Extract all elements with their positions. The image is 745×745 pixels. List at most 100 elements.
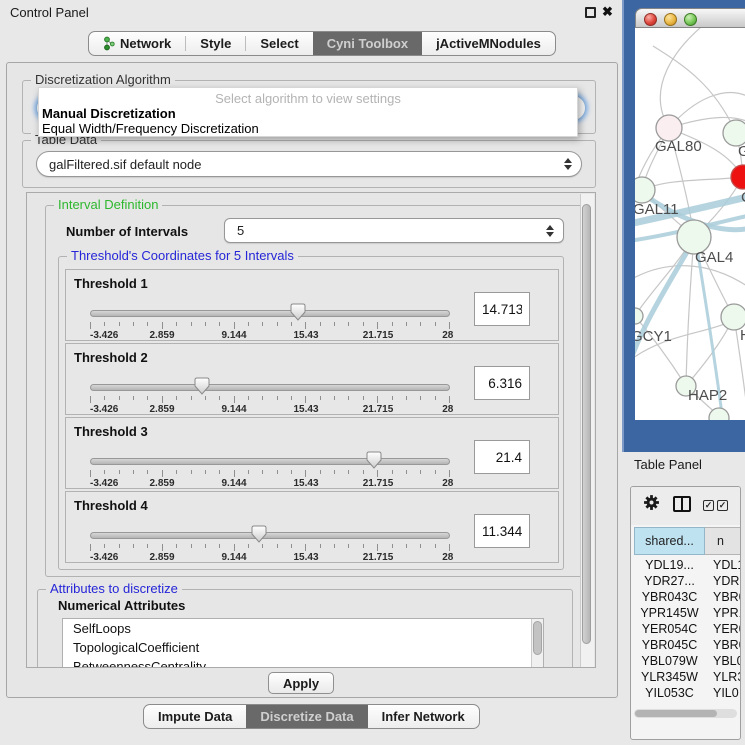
attributes-list-scrollbar[interactable] bbox=[531, 619, 543, 668]
threshold-slider-track[interactable] bbox=[90, 310, 450, 317]
thresholds-group-title: Threshold's Coordinates for 5 Intervals bbox=[67, 248, 298, 264]
gear-icon[interactable] bbox=[643, 494, 660, 514]
table-rows: YDL19...YDL1 YDR27...YDR2 YBR043CYBR0 YP… bbox=[634, 557, 741, 705]
node-selected-red[interactable] bbox=[731, 165, 745, 189]
tab-select[interactable]: Select bbox=[246, 32, 312, 55]
tab-style[interactable]: Style bbox=[186, 32, 245, 55]
num-intervals-combobox[interactable]: 5 bbox=[224, 218, 564, 243]
threshold-value-input[interactable] bbox=[474, 292, 530, 326]
tab-impute-data[interactable]: Impute Data bbox=[144, 705, 246, 728]
table-header-row: shared... n bbox=[634, 527, 741, 555]
table-row[interactable]: YER054CYER0 bbox=[634, 621, 741, 637]
scrollbar-thumb[interactable] bbox=[635, 710, 717, 717]
list-item[interactable]: SelfLoops bbox=[63, 619, 543, 638]
slider-tick-labels: -3.426 2.859 9.144 15.43 21.715 28 bbox=[90, 552, 450, 564]
threshold-panel-3: Threshold 3 -3.426 2.859 9.144 15.43 21.… bbox=[65, 417, 559, 489]
node-label: C bbox=[741, 189, 745, 206]
attributes-group-title: Attributes to discretize bbox=[46, 581, 182, 597]
slider-thumb[interactable] bbox=[251, 525, 267, 543]
node-label: H bbox=[740, 327, 745, 344]
slider-tick-labels: -3.426 2.859 9.144 15.43 21.715 28 bbox=[90, 330, 450, 342]
table-row[interactable]: YBR043CYBR0 bbox=[634, 589, 741, 605]
table-row[interactable]: YDR27...YDR2 bbox=[634, 573, 741, 589]
column-header-name[interactable]: n bbox=[705, 527, 741, 555]
list-item[interactable]: TopologicalCoefficient bbox=[63, 638, 543, 657]
network-icon bbox=[103, 36, 115, 51]
table-row[interactable]: YBR045CYBR0 bbox=[634, 637, 741, 653]
tab-jactivemnodules[interactable]: jActiveMNodules bbox=[422, 32, 555, 55]
thresholds-group: Threshold's Coordinates for 5 Intervals … bbox=[58, 256, 564, 570]
tab-discretize-data[interactable]: Discretize Data bbox=[246, 705, 367, 728]
threshold-title: Threshold 1 bbox=[74, 276, 148, 291]
threshold-title: Threshold 4 bbox=[74, 498, 148, 513]
float-window-icon[interactable] bbox=[585, 7, 596, 18]
table-row[interactable]: YDL19...YDL1 bbox=[634, 557, 741, 573]
table-row[interactable]: YLR345WYLR3 bbox=[634, 669, 741, 685]
threshold-title: Threshold 3 bbox=[74, 424, 148, 439]
tab-infer-network[interactable]: Infer Network bbox=[368, 705, 479, 728]
slider-thumb[interactable] bbox=[366, 451, 382, 469]
num-intervals-value: 5 bbox=[225, 223, 244, 238]
tab-network[interactable]: Network bbox=[89, 32, 185, 55]
slider-ticks bbox=[90, 544, 450, 551]
table-row[interactable]: YIL053CYIL0 bbox=[634, 685, 741, 701]
popup-hint: Select algorithm to view settings bbox=[39, 91, 577, 106]
tab-cyni-toolbox[interactable]: Cyni Toolbox bbox=[313, 32, 422, 55]
slider-tick-labels: -3.426 2.859 9.144 15.43 21.715 28 bbox=[90, 404, 450, 416]
checkbox-icon[interactable]: ✓ bbox=[717, 500, 728, 511]
threshold-value-input[interactable] bbox=[474, 514, 530, 548]
close-traffic-light-icon[interactable] bbox=[644, 13, 657, 26]
combo-spinner-icon bbox=[564, 158, 572, 170]
table-data-combobox[interactable]: galFiltered.sif default node bbox=[36, 151, 582, 177]
close-icon[interactable]: ✖ bbox=[602, 4, 613, 20]
scrollbar-thumb[interactable] bbox=[533, 621, 542, 655]
threshold-slider-track[interactable] bbox=[90, 532, 450, 539]
settings-scroll-pane: Interval Definition Number of Intervals … bbox=[26, 192, 596, 668]
node-label: GAL80 bbox=[655, 138, 702, 155]
slider-thumb[interactable] bbox=[194, 377, 210, 395]
popup-option-equal-width[interactable]: Equal Width/Frequency Discretization bbox=[42, 121, 259, 136]
node-gcy1[interactable] bbox=[635, 308, 643, 324]
list-item[interactable]: BetweennessCentrality bbox=[63, 657, 543, 668]
network-graph: GAL80 GA C GAL11 GAL4 GCY1 H HAP2 bbox=[635, 28, 745, 420]
top-tab-bar: Network Style Select Cyni Toolbox jActiv… bbox=[88, 31, 556, 56]
table-panel-toolbar: ✓ ✓ bbox=[631, 487, 740, 525]
scrollbar-thumb[interactable] bbox=[582, 204, 591, 644]
node-label: GCY1 bbox=[635, 328, 672, 345]
network-window-titlebar[interactable] bbox=[635, 8, 745, 28]
settings-scrollbar[interactable] bbox=[580, 194, 594, 668]
network-view-frame: GAL80 GA C GAL11 GAL4 GCY1 H HAP2 bbox=[622, 0, 745, 452]
node-label: GAL4 bbox=[695, 249, 733, 266]
interval-definition-group: Interval Definition Number of Intervals … bbox=[45, 205, 591, 577]
apply-button[interactable]: Apply bbox=[268, 672, 334, 694]
table-data-value: galFiltered.sif default node bbox=[37, 157, 201, 172]
table-row[interactable]: YBL079WYBL0 bbox=[634, 653, 741, 669]
numerical-attributes-list[interactable]: SelfLoops TopologicalCoefficient Between… bbox=[62, 618, 544, 668]
popup-option-manual[interactable]: Manual Discretization bbox=[42, 106, 176, 121]
column-header-shared-name[interactable]: shared... bbox=[634, 527, 705, 555]
checkbox-icon[interactable]: ✓ bbox=[703, 500, 714, 511]
panel-title: Control Panel bbox=[10, 5, 89, 20]
split-columns-icon[interactable] bbox=[673, 496, 691, 512]
table-row[interactable]: YPR145WYPR1 bbox=[634, 605, 741, 621]
threshold-value-input[interactable] bbox=[474, 366, 530, 400]
node-gal11[interactable] bbox=[635, 177, 655, 203]
threshold-panel-1: Threshold 1 -3.426 2.859 9.144 15.43 21.… bbox=[65, 269, 559, 341]
slider-ticks bbox=[90, 396, 450, 403]
zoom-traffic-light-icon[interactable] bbox=[684, 13, 697, 26]
threshold-value-input[interactable] bbox=[474, 440, 530, 474]
threshold-title: Threshold 2 bbox=[74, 350, 148, 365]
threshold-panel-2: Threshold 2 -3.426 2.859 9.144 15.43 21.… bbox=[65, 343, 559, 415]
threshold-slider-track[interactable] bbox=[90, 458, 450, 465]
algorithm-popup: Select algorithm to view settings Manual… bbox=[38, 87, 578, 137]
attributes-group: Attributes to discretize Numerical Attri… bbox=[37, 589, 573, 668]
network-canvas[interactable]: GAL80 GA C GAL11 GAL4 GCY1 H HAP2 bbox=[635, 28, 745, 420]
slider-thumb[interactable] bbox=[290, 303, 306, 321]
threshold-panel-4: Threshold 4 -3.426 2.859 9.144 15.43 21.… bbox=[65, 491, 559, 563]
bottom-tab-bar: Impute Data Discretize Data Infer Networ… bbox=[143, 704, 480, 729]
minimize-traffic-light-icon[interactable] bbox=[664, 13, 677, 26]
slider-tick-labels: -3.426 2.859 9.144 15.43 21.715 28 bbox=[90, 478, 450, 490]
table-horizontal-scrollbar[interactable] bbox=[634, 709, 737, 718]
interval-definition-title: Interval Definition bbox=[54, 197, 162, 213]
threshold-slider-track[interactable] bbox=[90, 384, 450, 391]
